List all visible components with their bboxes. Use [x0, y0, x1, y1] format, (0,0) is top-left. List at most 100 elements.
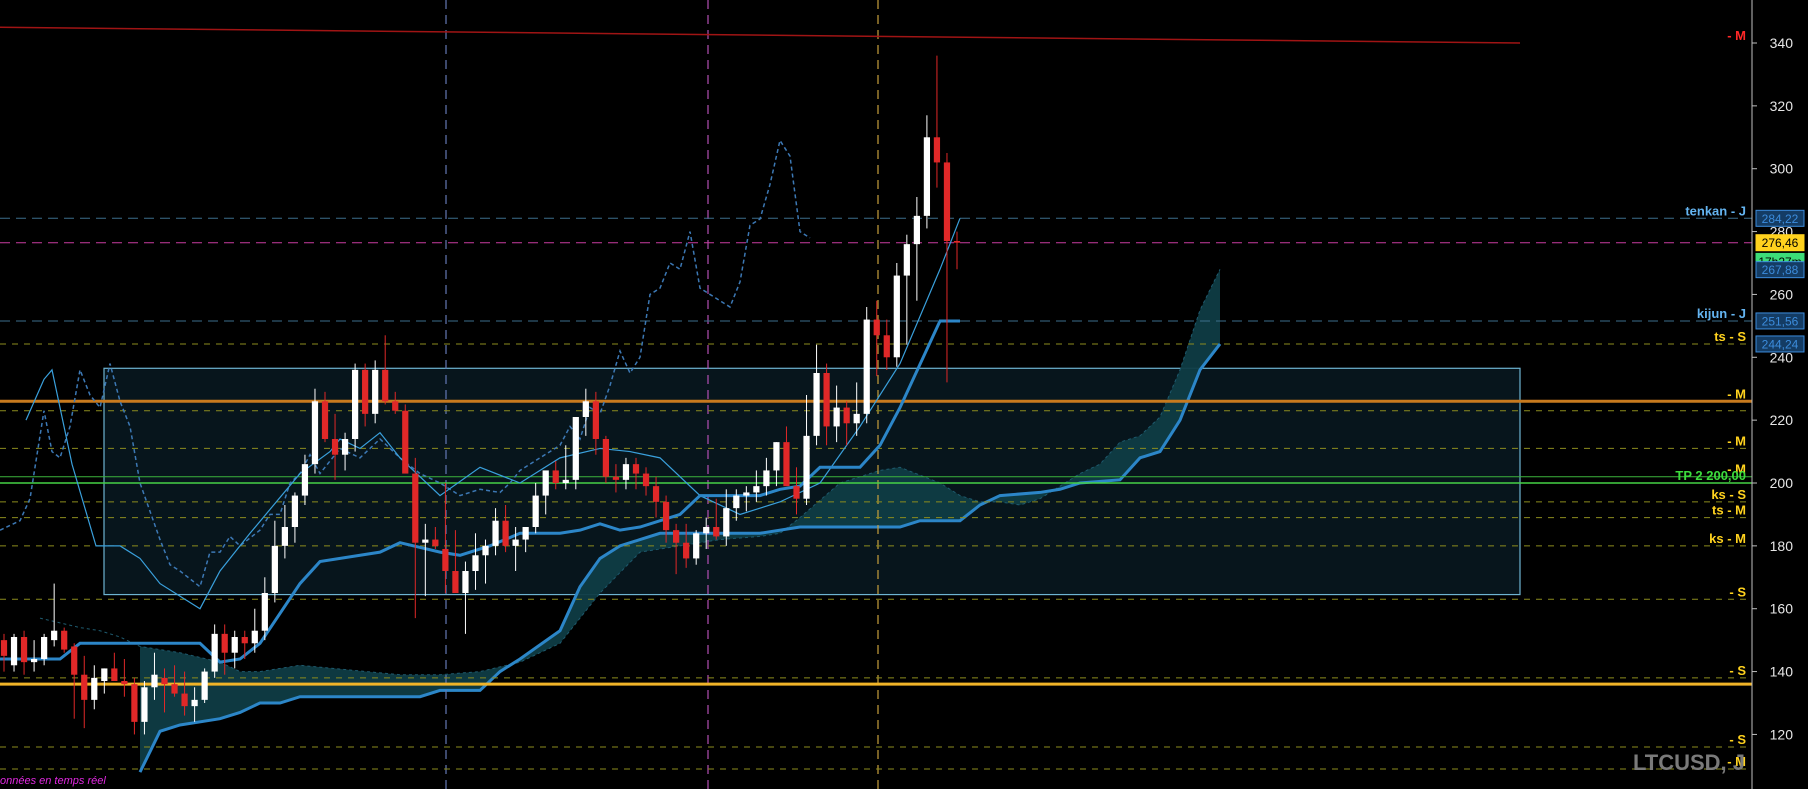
- price-tick-label: 300: [1770, 161, 1794, 177]
- candle-body: [432, 539, 439, 546]
- candle: [201, 668, 208, 703]
- level-label-0: - M: [1727, 386, 1746, 401]
- candle-body: [61, 630, 68, 650]
- level-label-4: TP 2 200,00: [1675, 468, 1746, 483]
- candle-body: [161, 677, 168, 685]
- candle-body: [0, 640, 8, 656]
- candle-body: [151, 674, 158, 688]
- candle-body: [953, 241, 961, 243]
- candle-body: [893, 275, 900, 358]
- price-tick-label: 160: [1770, 601, 1794, 617]
- candle-body: [211, 633, 218, 672]
- candle-body: [91, 677, 98, 700]
- candle-body: [331, 439, 339, 455]
- candle-body: [883, 335, 890, 358]
- candle-body: [291, 495, 299, 527]
- candle-body: [512, 539, 519, 546]
- price-tick-label: 200: [1770, 475, 1794, 491]
- ltcusd-ichimoku-chart[interactable]: - M - M - M TP 2 200,00 ks - Sts - M ks - M - …: [0, 0, 1808, 789]
- price-tag-3: 267,88: [1762, 263, 1799, 277]
- candle-body: [923, 137, 931, 216]
- candle-body: [10, 637, 18, 666]
- candle-body: [422, 539, 429, 543]
- candle-body: [683, 542, 690, 559]
- candle-body: [733, 495, 740, 509]
- candle-body: [542, 470, 549, 496]
- candle-body: [181, 693, 188, 707]
- level-label-2: - M: [1727, 433, 1746, 448]
- level-label-5: ks - S: [1711, 487, 1746, 502]
- candle-body: [341, 439, 349, 455]
- candle-body: [552, 470, 559, 483]
- candle-body: [562, 479, 569, 483]
- candle-body: [30, 659, 38, 663]
- price-tag-1: 276,46: [1762, 236, 1799, 250]
- candle-body: [502, 520, 509, 546]
- candle-body: [20, 637, 28, 663]
- candle-body: [101, 668, 108, 681]
- candle-body: [131, 684, 138, 722]
- candle-body: [713, 527, 720, 537]
- candle-body: [572, 417, 579, 480]
- candle-body: [71, 646, 78, 675]
- level-label-13: tenkan - J: [1685, 203, 1746, 218]
- candle-body: [462, 571, 469, 593]
- price-tag-5: 244,24: [1762, 337, 1799, 351]
- candle-body: [863, 319, 870, 414]
- candle-body: [221, 633, 228, 653]
- candle-body: [903, 244, 910, 276]
- trend-line-label: - M: [1727, 28, 1746, 43]
- candle: [602, 435, 610, 483]
- candle-body: [201, 671, 208, 700]
- candle-body: [612, 476, 620, 480]
- candle-body: [622, 464, 630, 480]
- candle-body: [251, 630, 258, 644]
- candle-body: [843, 407, 850, 424]
- candle: [402, 404, 409, 474]
- price-tick-label: 220: [1770, 412, 1794, 428]
- candle-body: [241, 637, 248, 644]
- level-label-9: - S: [1729, 663, 1746, 678]
- candle-body: [803, 435, 810, 499]
- candle: [893, 263, 900, 367]
- chart-container[interactable]: - M - M - M TP 2 200,00 ks - Sts - M ks - M - …: [0, 0, 1808, 789]
- candle-body: [321, 401, 329, 439]
- level-label-6: ts - M: [1712, 503, 1746, 518]
- candle: [61, 627, 68, 653]
- level-label-15: kijun - J: [1697, 306, 1746, 321]
- candle-body: [763, 470, 770, 487]
- candle-body: [191, 699, 198, 707]
- candle-body: [141, 687, 148, 722]
- candle-body: [301, 464, 309, 496]
- candle-body: [281, 527, 288, 546]
- candle-body: [693, 533, 700, 559]
- candle-body: [783, 442, 790, 487]
- candle: [311, 388, 319, 474]
- candle-body: [351, 369, 359, 439]
- candle-body: [673, 530, 680, 543]
- candle: [863, 307, 870, 424]
- candle-body: [602, 439, 610, 477]
- price-tick-label: 260: [1770, 286, 1794, 302]
- candle-body: [642, 473, 650, 487]
- candle-body: [402, 410, 409, 474]
- candle-body: [833, 407, 840, 427]
- candle-body: [482, 545, 489, 556]
- candle: [351, 363, 359, 452]
- candle-body: [382, 369, 389, 402]
- candle-body: [592, 401, 599, 439]
- candle-body: [913, 215, 920, 245]
- price-tick-label: 120: [1770, 726, 1794, 742]
- candle: [572, 417, 579, 490]
- candle-body: [652, 486, 660, 502]
- price-tick-label: 320: [1770, 98, 1794, 114]
- level-label-16: ts - S: [1714, 329, 1746, 344]
- candle-body: [51, 630, 58, 641]
- symbol-watermark: LTCUSD, J: [1633, 750, 1745, 775]
- candle-body: [231, 637, 238, 653]
- candle-body: [392, 401, 399, 411]
- candle-body: [703, 527, 710, 534]
- candle-body: [753, 486, 760, 493]
- candle-body: [853, 413, 860, 424]
- price-tag-0: 284,22: [1762, 212, 1799, 226]
